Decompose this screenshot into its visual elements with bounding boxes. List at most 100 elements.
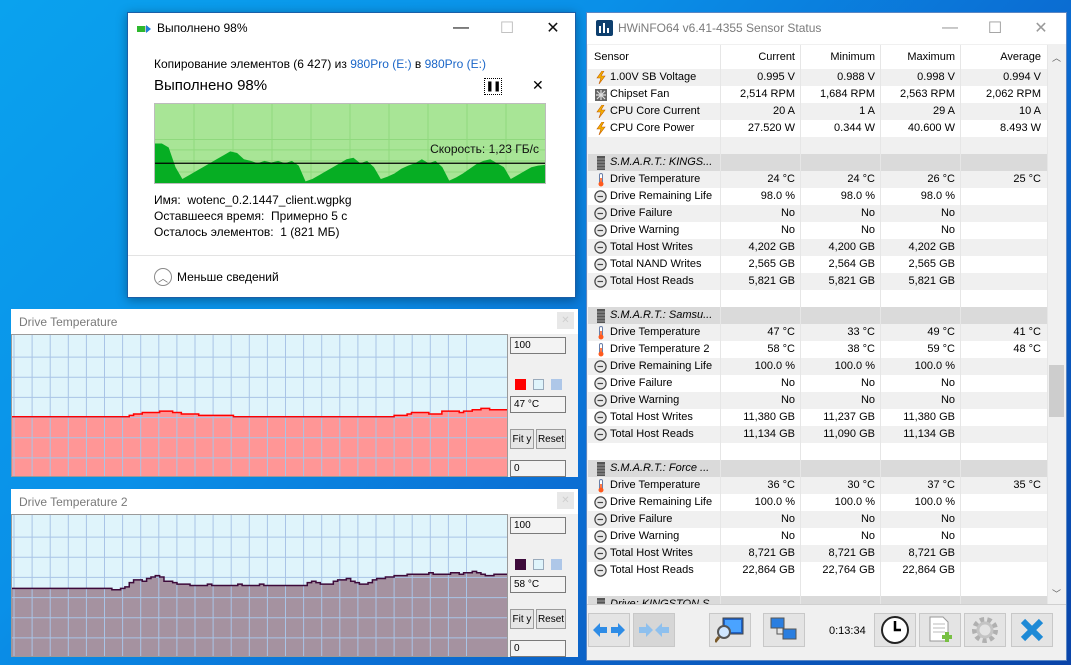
scrollbar-thumb[interactable] <box>1049 365 1064 417</box>
minimize-button[interactable]: — <box>438 13 484 43</box>
sensor-name: Drive Remaining Life <box>588 358 721 375</box>
line-color-swatch[interactable] <box>515 559 526 570</box>
grid-color-swatch[interactable] <box>551 559 562 570</box>
sensor-group-name: S.M.A.R.T.: KINGS... <box>588 154 721 171</box>
sensor-row[interactable]: Drive Warning No No No <box>588 222 1048 239</box>
empty-cell <box>801 579 881 596</box>
sensor-row[interactable]: Chipset Fan 2,514 RPM 1,684 RPM 2,563 RP… <box>588 86 1048 103</box>
exit-button[interactable] <box>1011 613 1053 647</box>
sensor-name: CPU Core Current <box>588 103 721 120</box>
sensor-row[interactable]: CPU Core Current 20 A 1 A 29 A 10 A <box>588 103 1048 120</box>
line-color-swatch[interactable] <box>515 379 526 390</box>
graph-close-button[interactable]: ✕ <box>557 492 574 509</box>
sensor-row[interactable]: Drive Temperature 24 °C 24 °C 26 °C 25 °… <box>588 171 1048 188</box>
sensor-row[interactable]: CPU Core Power 27.520 W 0.344 W 40.600 W… <box>588 120 1048 137</box>
hwinfo-titlebar[interactable]: HWiNFO64 v6.41-4355 Sensor Status — ☐ ✕ <box>587 13 1066 44</box>
empty-cell <box>881 443 961 460</box>
sensor-row[interactable]: Drive Temperature 2 58 °C 38 °C 59 °C 48… <box>588 341 1048 358</box>
close-button[interactable]: ✕ <box>1018 13 1064 43</box>
copy-dialog-titlebar[interactable]: Выполнено 98% — ☐ ✕ <box>128 13 575 45</box>
column-header-current[interactable]: Current <box>721 45 801 69</box>
empty-cell <box>721 154 801 171</box>
sensor-group-row[interactable]: S.M.A.R.T.: Force ... <box>588 460 1048 477</box>
column-header-sensor[interactable]: Sensor <box>588 45 721 69</box>
logging-button[interactable] <box>919 613 961 647</box>
network-button[interactable] <box>763 613 805 647</box>
source-link[interactable]: 980Pro (E:) <box>350 57 411 71</box>
gauge-icon <box>594 428 607 441</box>
sensor-row[interactable]: Drive Failure No No No <box>588 375 1048 392</box>
thermometer-icon <box>594 172 607 186</box>
pause-icon: ❚❚ <box>485 81 502 92</box>
background-color-swatch[interactable] <box>533 559 544 570</box>
sensor-group-row[interactable]: S.M.A.R.T.: KINGS... <box>588 154 1048 171</box>
fit-y-button[interactable]: Fit y <box>510 609 534 629</box>
reset-timer-button[interactable] <box>874 613 916 647</box>
maximum-value: 37 °C <box>881 477 961 494</box>
settings-gear-icon <box>972 617 998 643</box>
graph-close-button[interactable]: ✕ <box>557 312 574 329</box>
graph-max-field[interactable]: 100 <box>510 517 566 534</box>
scroll-up-icon[interactable]: ︿ <box>1048 49 1065 66</box>
graph-max-field[interactable]: 100 <box>510 337 566 354</box>
minimum-value: 22,764 GB <box>801 562 881 579</box>
sensor-group-row[interactable]: S.M.A.R.T.: Samsu... <box>588 307 1048 324</box>
sensor-row[interactable]: Total NAND Writes 2,565 GB 2,564 GB 2,56… <box>588 256 1048 273</box>
sensor-group-row[interactable]: Drive: KINGSTON S... <box>588 596 1048 604</box>
graph-titlebar[interactable]: Drive Temperature <box>11 309 578 334</box>
hwinfo-toolbar: 0:13:34 <box>587 604 1066 660</box>
empty-cell <box>721 460 801 477</box>
reset-button[interactable]: Reset <box>536 609 566 629</box>
sensor-row[interactable]: Drive Failure No No No <box>588 511 1048 528</box>
graph-min-field[interactable]: 0 <box>510 640 566 657</box>
close-button[interactable]: ✕ <box>530 13 576 43</box>
sensor-row[interactable]: Total Host Writes 4,202 GB 4,200 GB 4,20… <box>588 239 1048 256</box>
sensor-row[interactable]: Drive Warning No No No <box>588 528 1048 545</box>
maximum-value: No <box>881 528 961 545</box>
copy-progress-icon <box>137 25 151 33</box>
sensor-row[interactable]: Total Host Reads 22,864 GB 22,764 GB 22,… <box>588 562 1048 579</box>
column-header-maximum[interactable]: Maximum <box>881 45 961 69</box>
expand-columns-button[interactable] <box>588 613 630 647</box>
sensor-row[interactable]: Drive Remaining Life 100.0 % 100.0 % 100… <box>588 358 1048 375</box>
collapse-columns-button[interactable] <box>633 613 675 647</box>
sensor-name: Drive Failure <box>588 205 721 222</box>
cancel-copy-button[interactable]: ✕ <box>532 77 544 94</box>
settings-button[interactable] <box>964 613 1006 647</box>
background-color-swatch[interactable] <box>533 379 544 390</box>
empty-cell <box>801 154 881 171</box>
sensor-row[interactable]: Drive Temperature 47 °C 33 °C 49 °C 41 °… <box>588 324 1048 341</box>
sensor-row[interactable]: 1.00V SB Voltage 0.995 V 0.988 V 0.998 V… <box>588 69 1048 86</box>
sensor-row[interactable]: Total Host Writes 8,721 GB 8,721 GB 8,72… <box>588 545 1048 562</box>
graph-min-field[interactable]: 0 <box>510 460 566 477</box>
sensor-row[interactable]: Drive Failure No No No <box>588 205 1048 222</box>
reset-button[interactable]: Reset <box>536 429 566 449</box>
sensor-name: Drive Warning <box>588 222 721 239</box>
sensor-row[interactable]: Drive Warning No No No <box>588 392 1048 409</box>
column-header-minimum[interactable]: Minimum <box>801 45 881 69</box>
maximize-button[interactable]: ☐ <box>484 13 530 43</box>
sensor-row[interactable]: Total Host Writes 11,380 GB 11,237 GB 11… <box>588 409 1048 426</box>
column-header-average[interactable]: Average <box>961 45 1048 69</box>
graph-titlebar[interactable]: Drive Temperature 2 <box>11 489 578 514</box>
minimize-button[interactable]: — <box>927 13 973 43</box>
fit-y-button[interactable]: Fit y <box>510 429 534 449</box>
sensor-row[interactable]: Total Host Reads 11,134 GB 11,090 GB 11,… <box>588 426 1048 443</box>
maximum-value: No <box>881 375 961 392</box>
grid-color-swatch[interactable] <box>551 379 562 390</box>
maximize-button[interactable]: ☐ <box>972 13 1018 43</box>
less-details-button[interactable]: ︿ Меньше сведений <box>154 268 279 286</box>
sensor-row[interactable]: Drive Remaining Life 98.0 % 98.0 % 98.0 … <box>588 188 1048 205</box>
scroll-down-icon[interactable]: ﹀ <box>1048 585 1065 602</box>
vertical-scrollbar[interactable]: ︿ ﹀ <box>1048 45 1065 604</box>
pause-button[interactable]: ❚❚ <box>484 78 502 95</box>
empty-cell <box>721 290 801 307</box>
maximum-value: No <box>881 392 961 409</box>
main-window-button[interactable] <box>709 613 751 647</box>
sensor-row[interactable]: Total Host Reads 5,821 GB 5,821 GB 5,821… <box>588 273 1048 290</box>
current-value: 2,514 RPM <box>721 86 801 103</box>
sensor-row[interactable]: Drive Remaining Life 100.0 % 100.0 % 100… <box>588 494 1048 511</box>
destination-link[interactable]: 980Pro (E:) <box>425 57 486 71</box>
sensor-row[interactable]: Drive Temperature 36 °C 30 °C 37 °C 35 °… <box>588 477 1048 494</box>
items-remaining-row: Осталось элементов: 1 (821 МБ) <box>154 225 340 239</box>
